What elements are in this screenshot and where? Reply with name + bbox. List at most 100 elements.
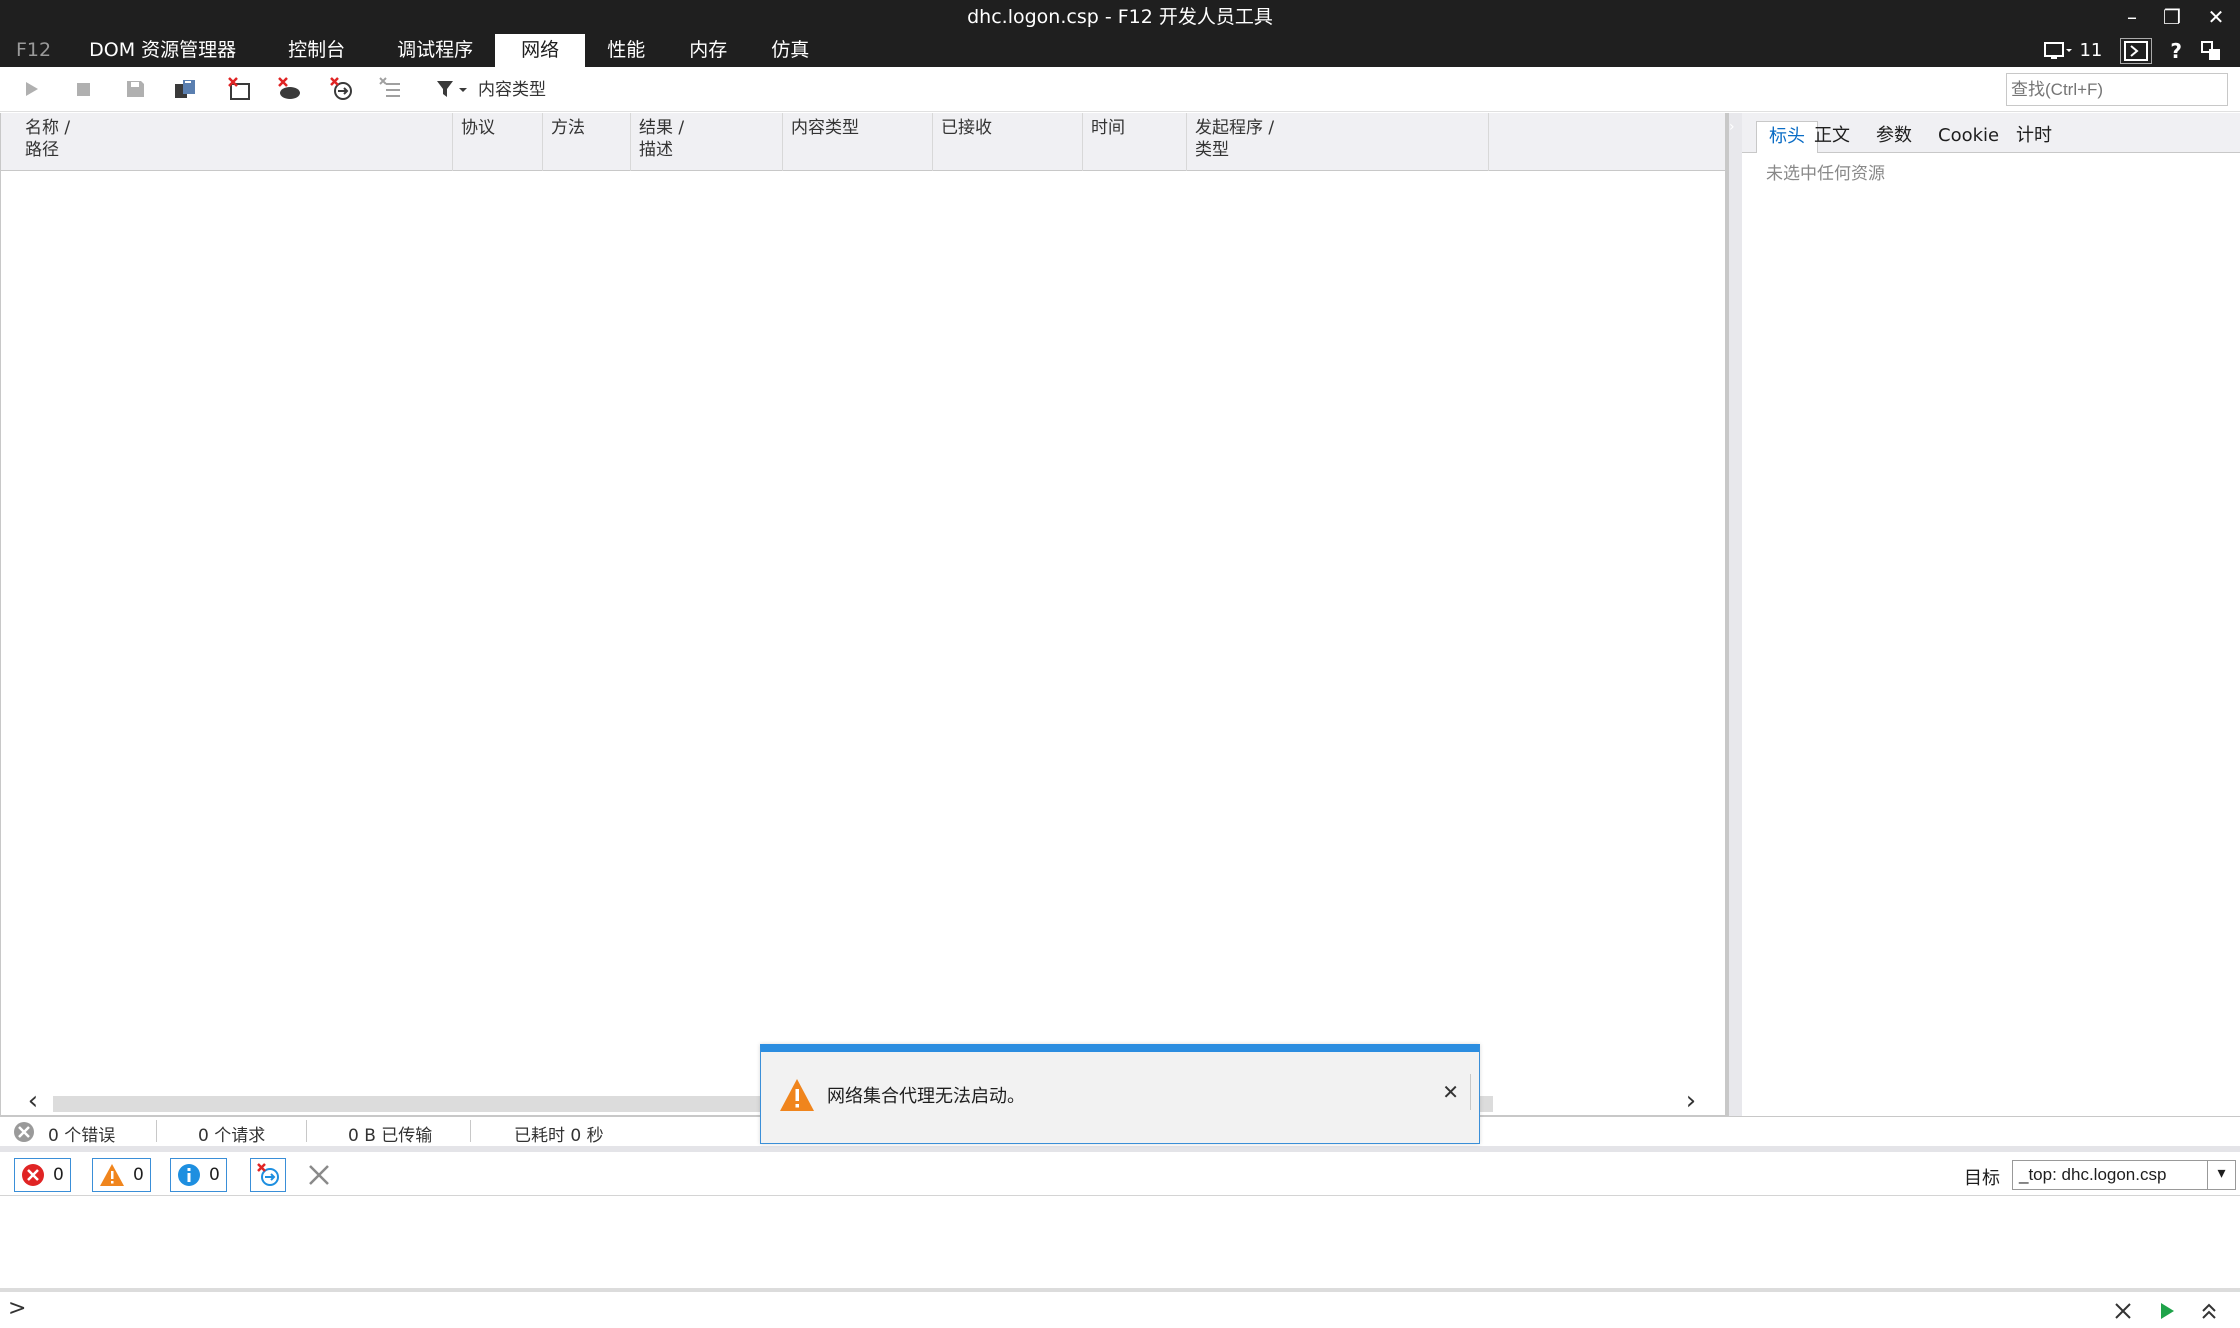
scroll-right-icon[interactable]: › [1677, 1088, 1705, 1116]
undock-icon [2201, 40, 2220, 60]
column-method-label: 方法 [551, 118, 585, 138]
details-splitter[interactable]: › [1726, 113, 1742, 1116]
clear-entries-on-navigate-button[interactable] [326, 75, 356, 103]
error-count-status: 0 个错误 [48, 1126, 116, 1146]
column-content-type-label: 内容类型 [791, 118, 859, 138]
clear-on-navigate-button[interactable] [250, 1158, 286, 1192]
request-count-status: 0 个请求 [198, 1126, 266, 1146]
window-title: dhc.logon.csp - F12 开发人员工具 [967, 6, 1273, 28]
column-description-label: 描述 [639, 140, 673, 160]
network-toolbar: 内容类型 [0, 67, 2240, 112]
status-divider [156, 1120, 157, 1142]
column-name-path[interactable]: 名称 / 路径 [1, 113, 453, 171]
top-right-controls: 11 ? [2043, 34, 2240, 67]
tab-debugger[interactable]: 调试程序 [375, 34, 495, 67]
collapse-details-icon[interactable]: › [1729, 119, 1735, 135]
scroll-left-icon[interactable]: ‹ [19, 1088, 47, 1116]
column-result-description[interactable]: 结果 / 描述 [631, 113, 783, 171]
column-path-label: 路径 [25, 140, 59, 160]
stop-profiling-button[interactable] [68, 75, 98, 103]
restore-button[interactable]: ❐ [2152, 2, 2192, 32]
console-input-area[interactable]: > [0, 1292, 2240, 1328]
clear-input-icon[interactable] [2112, 1300, 2134, 1322]
tab-network[interactable]: 网络 [495, 34, 586, 67]
tab-body[interactable]: 正文 [1802, 121, 1862, 153]
play-icon [26, 82, 38, 96]
console-toggle-button[interactable] [2120, 37, 2153, 64]
column-initiator-type[interactable]: 发起程序 / 类型 [1187, 113, 1489, 171]
warning-icon [780, 1079, 814, 1111]
clear-session-button[interactable] [376, 75, 406, 103]
start-profiling-button[interactable] [16, 75, 46, 103]
doc-mode-button[interactable]: 11 [2043, 40, 2102, 62]
column-protocol[interactable]: 协议 [453, 113, 543, 171]
console-icon [2124, 40, 2149, 61]
tab-f12[interactable]: F12 [0, 34, 67, 67]
tab-timings[interactable]: 计时 [2004, 121, 2064, 153]
status-divider [470, 1120, 471, 1142]
network-grid: 名称 / 路径 协议 方法 结果 / 描述 内容类型 已接收 时间 发起程序 / [0, 113, 1726, 1116]
console-toolbar: 0 0 0 目标 _top: dhc.logon.csp ▾ [0, 1152, 2240, 1196]
doc-mode-value: 11 [2079, 40, 2103, 61]
info-filter-button[interactable]: 0 [170, 1158, 227, 1192]
column-content-type[interactable]: 内容类型 [783, 113, 933, 171]
clear-cache-button[interactable] [224, 75, 254, 103]
save-icon [127, 81, 144, 97]
error-status-icon [14, 1122, 34, 1142]
content-type-label: 内容类型 [478, 80, 546, 100]
transferred-status: 0 B 已传输 [348, 1126, 433, 1146]
minimize-button[interactable]: – [2112, 2, 2152, 32]
chevron-down-icon[interactable]: ▾ [2207, 1161, 2235, 1189]
clear-cache-icon [228, 77, 250, 100]
column-time-label: 时间 [1091, 118, 1125, 138]
target-label: 目标 [1964, 1168, 2000, 1189]
close-window-button[interactable]: ✕ [2196, 2, 2236, 32]
status-divider [306, 1120, 307, 1142]
info-count: 0 [209, 1165, 220, 1185]
target-select[interactable]: _top: dhc.logon.csp ▾ [2012, 1160, 2236, 1190]
clear-navigate-icon [330, 77, 352, 100]
content-type-filter-button[interactable] [432, 75, 472, 103]
target-value: _top: dhc.logon.csp [2019, 1165, 2167, 1184]
notification-divider [1470, 1074, 1471, 1110]
tab-emulation[interactable]: 仿真 [749, 34, 831, 67]
tab-console[interactable]: 控制台 [258, 34, 375, 67]
console-output [0, 1196, 2240, 1292]
column-method[interactable]: 方法 [543, 113, 631, 171]
search-input[interactable] [2006, 73, 2228, 106]
column-received-label: 已接收 [941, 118, 992, 138]
filter-icon [437, 81, 467, 97]
error-filter-button[interactable]: 0 [14, 1158, 71, 1192]
stop-icon [77, 83, 90, 96]
clear-console-icon[interactable] [306, 1162, 332, 1188]
column-received[interactable]: 已接收 [933, 113, 1083, 171]
details-pane: 标头 正文 参数 Cookie 计时 未选中任何资源 [1742, 113, 2240, 1116]
monitor-icon [2044, 41, 2073, 59]
column-result-label: 结果 / [639, 118, 685, 138]
clear-cookies-button[interactable] [274, 75, 304, 103]
tab-cookies[interactable]: Cookie [1926, 121, 2011, 153]
details-tabs: 标头 正文 参数 Cookie 计时 [1742, 113, 2240, 153]
tab-memory[interactable]: 内存 [667, 34, 749, 67]
always-refresh-button[interactable] [170, 75, 200, 103]
title-bar: dhc.logon.csp - F12 开发人员工具 – ❐ ✕ F12 DOM… [0, 0, 2240, 67]
warning-icon [100, 1164, 124, 1186]
close-icon[interactable]: ✕ [1442, 1080, 1459, 1104]
console-prompt-icon: > [8, 1296, 27, 1321]
tab-performance[interactable]: 性能 [585, 34, 667, 67]
tab-dom-explorer[interactable]: DOM 资源管理器 [67, 34, 258, 67]
column-time[interactable]: 时间 [1083, 113, 1187, 171]
warning-filter-button[interactable]: 0 [92, 1158, 151, 1192]
run-icon[interactable] [2156, 1300, 2178, 1322]
notification-message: 网络集合代理无法启动。 [827, 1086, 1025, 1107]
tab-parameters[interactable]: 参数 [1864, 121, 1924, 153]
clear-cookies-icon [278, 77, 300, 99]
export-har-button[interactable] [120, 75, 150, 103]
help-button[interactable]: ? [2170, 39, 2182, 63]
clear-navigate-icon [257, 1163, 279, 1186]
error-notification: 网络集合代理无法启动。 ✕ [760, 1044, 1480, 1144]
expand-input-icon[interactable] [2198, 1300, 2220, 1322]
undock-button[interactable] [2200, 40, 2222, 62]
column-protocol-label: 协议 [461, 118, 495, 138]
column-name-label: 名称 / [25, 118, 71, 138]
